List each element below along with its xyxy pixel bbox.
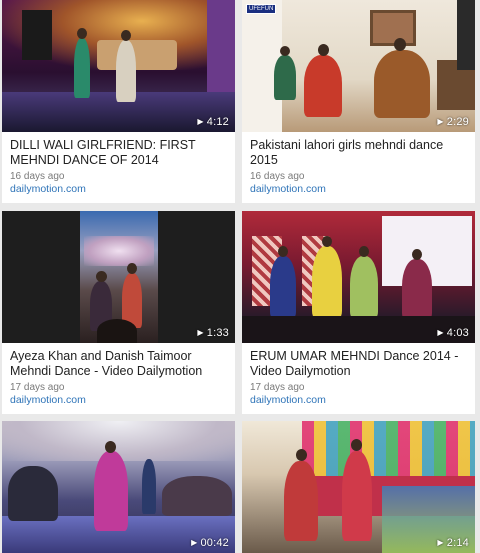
- upload-age: 17 days ago: [10, 382, 65, 393]
- duration-label: ▶ 4:12: [197, 116, 229, 128]
- thumbnail-image: [2, 211, 235, 343]
- play-icon: ▶: [437, 328, 444, 337]
- duration-label: ▶ 4:03: [437, 327, 469, 339]
- duration-label: ▶ 2:29: [437, 116, 469, 128]
- video-thumbnail[interactable]: ▶ 00:42: [2, 421, 235, 553]
- upload-age: 16 days ago: [10, 171, 65, 182]
- play-icon: ▶: [197, 328, 204, 337]
- video-title[interactable]: ERUM UMAR MEHNDI Dance 2014 - Video Dail…: [250, 349, 467, 379]
- play-icon: ▶: [437, 117, 444, 126]
- video-title[interactable]: Pakistani lahori girls mehndi dance 2015: [250, 138, 467, 168]
- play-icon: ▶: [197, 117, 204, 126]
- play-icon: ▶: [437, 538, 444, 547]
- video-thumbnail[interactable]: ▶ 4:12: [2, 0, 235, 132]
- upload-age: 17 days ago: [250, 382, 305, 393]
- source-link[interactable]: dailymotion.com: [10, 183, 227, 195]
- video-card[interactable]: ▶ 2:14: [242, 421, 475, 553]
- video-card[interactable]: ▶ 4:03 ERUM UMAR MEHNDI Dance 2014 - Vide…: [242, 211, 475, 414]
- video-card[interactable]: ▶ 00:42: [2, 421, 235, 553]
- source-link[interactable]: dailymotion.com: [250, 394, 467, 406]
- thumbnail-image: [242, 211, 475, 343]
- video-card[interactable]: ▶ 1:33 Ayeza Khan and Danish Taimoor Mehn…: [2, 211, 235, 414]
- play-icon: ▶: [191, 538, 198, 547]
- video-thumbnail[interactable]: ▶ 1:33: [2, 211, 235, 343]
- source-link[interactable]: dailymotion.com: [250, 183, 467, 195]
- video-title[interactable]: DILLI WALI GIRLFRIEND: FIRST MEHNDI DANC…: [10, 138, 227, 168]
- video-thumbnail[interactable]: ▶ 4:03: [242, 211, 475, 343]
- source-link[interactable]: dailymotion.com: [10, 394, 227, 406]
- thumbnail-image: [242, 0, 475, 132]
- duration-label: ▶ 2:14: [437, 537, 469, 549]
- thumbnail-image: [2, 421, 235, 553]
- video-thumbnail[interactable]: UFEFUN ▶ 2:29: [242, 0, 475, 132]
- video-card[interactable]: UFEFUN ▶ 2:29 Pakistani lahori girls mehn…: [242, 0, 475, 203]
- video-thumbnail[interactable]: ▶ 2:14: [242, 421, 475, 553]
- thumbnail-image: [242, 421, 475, 553]
- video-card[interactable]: ▶ 4:12 DILLI WALI GIRLFRIEND: FIRST MEHND…: [2, 0, 235, 203]
- channel-badge: UFEFUN: [246, 4, 277, 14]
- duration-label: ▶ 00:42: [191, 537, 229, 549]
- video-title[interactable]: Ayeza Khan and Danish Taimoor Mehndi Dan…: [10, 349, 227, 379]
- upload-age: 16 days ago: [250, 171, 305, 182]
- duration-label: ▶ 1:33: [197, 327, 229, 339]
- thumbnail-image: [2, 0, 235, 132]
